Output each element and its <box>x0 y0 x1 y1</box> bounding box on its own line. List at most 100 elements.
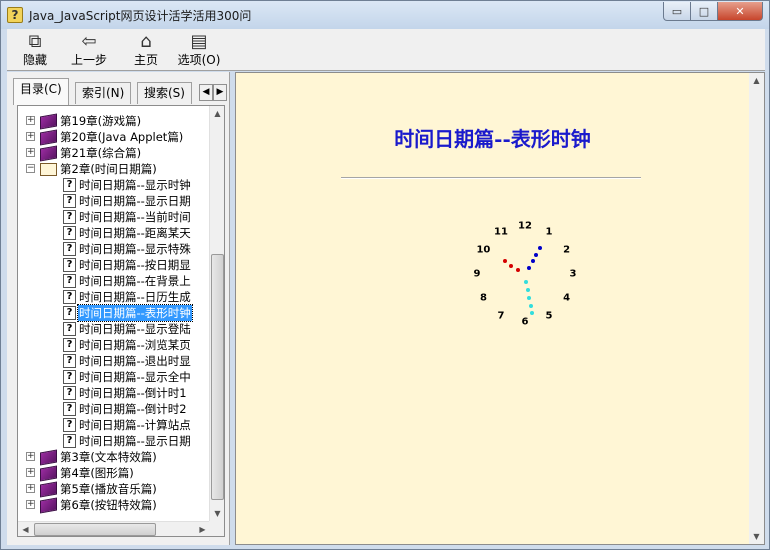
expand-icon[interactable]: + <box>26 132 35 141</box>
tree-topic-item[interactable]: ? 时间日期篇--日历生成 <box>18 289 210 305</box>
tree-chapter-item[interactable]: + 第6章(按钮特效篇) <box>18 497 210 514</box>
tab-search[interactable]: 搜索(S) <box>137 82 192 104</box>
help-topic-icon: ? <box>63 178 76 192</box>
tree-topic-item[interactable]: ? 时间日期篇--显示时钟 <box>18 177 210 193</box>
title-bar[interactable]: ? Java_JavaScript网页设计活学活用300问 ▭ □ ✕ <box>1 1 769 29</box>
hide-button[interactable]: ⧉ 隐藏 <box>9 31 61 68</box>
home-button[interactable]: ⌂ 主页 <box>120 31 172 68</box>
close-icon: ✕ <box>735 4 745 18</box>
navigation-pane: 目录(C) 索引(N) 搜索(S) ◀ ▶ + 第19章(游戏篇) + 第20章(Ja… <box>7 72 230 545</box>
book-icon <box>40 449 57 466</box>
tree-topic-item[interactable]: ? 时间日期篇--退出时显 <box>18 353 210 369</box>
clock-number: 8 <box>479 292 487 304</box>
scroll-up-icon[interactable]: ▲ <box>210 106 224 121</box>
contents-tree: + 第19章(游戏篇) + 第20章(Java Applet篇) + 第21章(综合篇) −… <box>17 105 225 537</box>
tree-chapter-item[interactable]: + 第4章(图形篇) <box>18 465 210 482</box>
back-button[interactable]: ⇦ 上一步 <box>63 31 115 68</box>
clock-number: 1 <box>545 226 553 238</box>
tree-item-label: 时间日期篇--显示登陆 <box>79 322 191 336</box>
tree-topic-item[interactable]: ? 时间日期篇--当前时间 <box>18 209 210 225</box>
tree-topic-item[interactable]: ? 时间日期篇--在背景上 <box>18 273 210 289</box>
tree-chapter-item[interactable]: − 第2章(时间日期篇) <box>18 161 210 177</box>
tree-item-label: 时间日期篇--显示时钟 <box>79 178 191 192</box>
tree-chapter-item[interactable]: + 第20章(Java Applet篇) <box>18 129 210 146</box>
tree-item-label: 时间日期篇--在背景上 <box>79 274 191 288</box>
tree-chapter-item[interactable]: + 第5章(播放音乐篇) <box>18 481 210 498</box>
tab-scroll-arrows: ◀ ▶ <box>199 84 227 101</box>
tree-item-label: 第20章(Java Applet篇) <box>60 130 184 144</box>
tree-horizontal-scrollbar[interactable]: ◀ ▶ <box>18 521 210 536</box>
help-topic-icon: ? <box>63 322 76 336</box>
tab-index-label: 索引(N) <box>82 86 125 100</box>
expand-icon[interactable]: + <box>26 468 35 477</box>
horizontal-scroll-thumb[interactable] <box>34 523 156 536</box>
tree-item-label: 时间日期篇--计算站点 <box>79 418 191 432</box>
help-topic-icon: ? <box>63 226 76 240</box>
tab-index[interactable]: 索引(N) <box>75 82 132 104</box>
scroll-thumb[interactable] <box>211 254 224 500</box>
collapse-icon[interactable]: − <box>26 164 35 173</box>
hide-pane-icon: ⧉ <box>28 31 42 52</box>
expand-icon[interactable]: + <box>26 148 35 157</box>
tree-topic-item[interactable]: ? 时间日期篇--显示全中 <box>18 369 210 385</box>
maximize-button[interactable]: □ <box>690 2 718 21</box>
tree-item-label: 时间日期篇--日历生成 <box>79 290 191 304</box>
close-button[interactable]: ✕ <box>717 2 763 21</box>
book-icon <box>40 497 57 514</box>
help-topic-icon: ? <box>63 354 76 368</box>
divider <box>341 177 641 179</box>
tree-vertical-scrollbar[interactable]: ▲ ▼ <box>209 106 224 521</box>
tree-chapter-item[interactable]: + 第3章(文本特效篇) <box>18 449 210 466</box>
tab-contents-label: 目录(C) <box>20 82 62 96</box>
expand-icon[interactable]: + <box>26 452 35 461</box>
clock-minute-hand-dot <box>534 252 539 257</box>
clock-number: 4 <box>563 292 571 304</box>
options-label: 选项(O) <box>177 53 221 67</box>
tree-item-label: 第19章(游戏篇) <box>60 114 142 128</box>
clock-number: 10 <box>476 244 491 256</box>
expand-icon[interactable]: + <box>26 484 35 493</box>
tree-topic-item[interactable]: ? 时间日期篇--显示日期 <box>18 433 210 449</box>
tab-scroll-right-icon[interactable]: ▶ <box>213 84 227 101</box>
scroll-right-icon[interactable]: ▶ <box>195 522 210 536</box>
options-button[interactable]: ▤ 选项(O) <box>173 31 225 68</box>
tree-topic-item[interactable]: ? 时间日期篇--显示特殊 <box>18 241 210 257</box>
scroll-down-icon[interactable]: ▼ <box>210 506 224 521</box>
expand-icon[interactable]: + <box>26 116 35 125</box>
tree-chapter-item[interactable]: + 第19章(游戏篇) <box>18 113 210 130</box>
clock-number: 5 <box>545 310 553 322</box>
tree-topic-item[interactable]: ? 时间日期篇--倒计时2 <box>18 401 210 417</box>
clock-number: 11 <box>494 226 508 238</box>
tree-item-label: 时间日期篇--按日期显 <box>79 258 191 272</box>
home-label: 主页 <box>133 53 158 67</box>
tree-topic-item[interactable]: ? 时间日期篇--按日期显 <box>18 257 210 273</box>
tree-topic-item[interactable]: ? 时间日期篇--浏览某页 <box>18 337 210 353</box>
content-vertical-scrollbar[interactable]: ▲ ▼ <box>749 73 764 544</box>
help-topic-icon: ? <box>63 306 76 320</box>
tree-item-label: 第2章(时间日期篇) <box>60 162 157 176</box>
help-topic-icon: ? <box>63 418 76 432</box>
scroll-left-icon[interactable]: ◀ <box>18 522 33 536</box>
help-app-icon: ? <box>7 7 23 23</box>
help-topic-icon: ? <box>63 338 76 352</box>
tree-chapter-item[interactable]: + 第21章(综合篇) <box>18 145 210 162</box>
tree-item-label: 第21章(综合篇) <box>60 146 142 160</box>
tree-topic-item[interactable]: ? 时间日期篇--表形时钟 <box>18 304 210 322</box>
clock-number: 2 <box>563 244 571 256</box>
tree-topic-item[interactable]: ? 时间日期篇--显示日期 <box>18 193 210 209</box>
book-icon <box>40 465 57 482</box>
tab-scroll-left-icon[interactable]: ◀ <box>199 84 213 101</box>
content-scroll-down-icon[interactable]: ▼ <box>749 529 764 544</box>
clock-second-hand-dot <box>528 303 533 308</box>
tree-item-label-selected: 时间日期篇--表形时钟 <box>77 304 193 322</box>
tree-topic-item[interactable]: ? 时间日期篇--距离某天 <box>18 225 210 241</box>
minimize-button[interactable]: ▭ <box>663 2 691 21</box>
home-icon: ⌂ <box>140 31 152 52</box>
tree-topic-item[interactable]: ? 时间日期篇--显示登陆 <box>18 321 210 337</box>
expand-icon[interactable]: + <box>26 500 35 509</box>
tab-contents[interactable]: 目录(C) <box>13 78 69 105</box>
tree-item-label: 时间日期篇--倒计时1 <box>79 386 187 400</box>
tree-topic-item[interactable]: ? 时间日期篇--计算站点 <box>18 417 210 433</box>
content-scroll-up-icon[interactable]: ▲ <box>749 73 764 88</box>
tree-topic-item[interactable]: ? 时间日期篇--倒计时1 <box>18 385 210 401</box>
